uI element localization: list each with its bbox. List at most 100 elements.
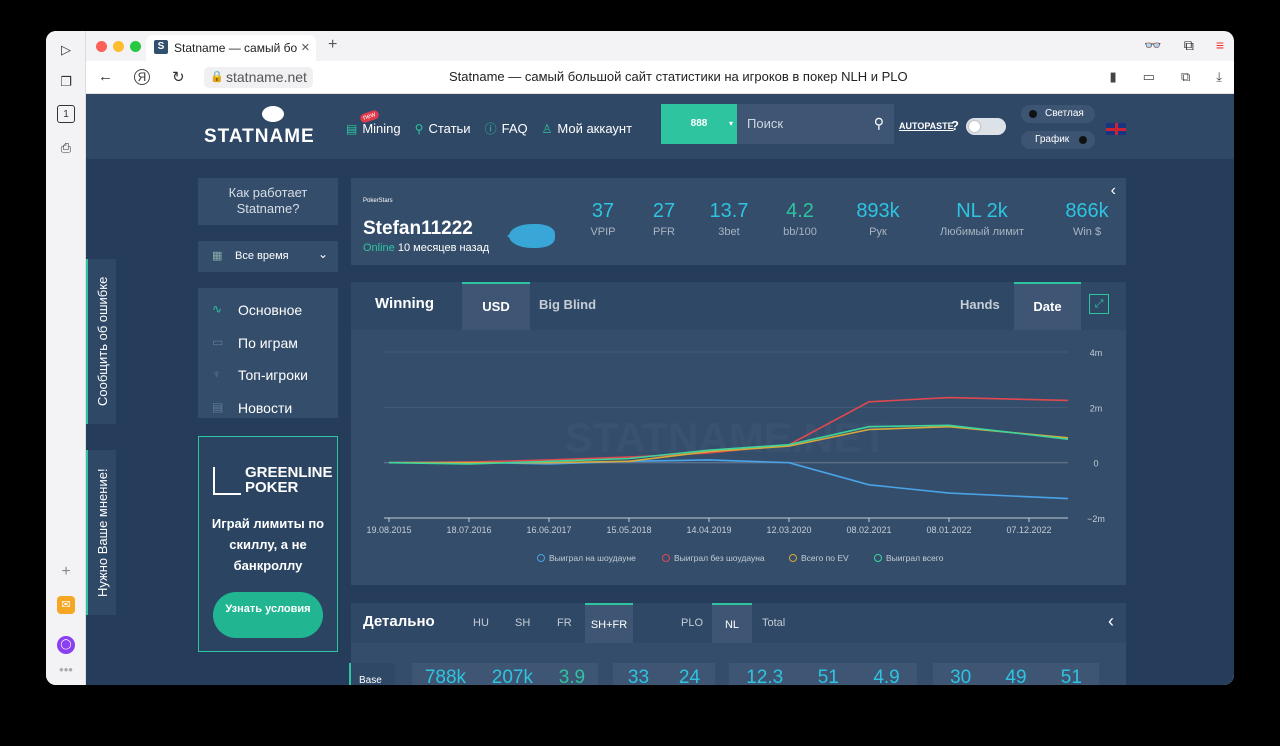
page-title: Statname — самый большой сайт статистики… bbox=[449, 69, 908, 84]
battery-icon[interactable]: ▭ bbox=[1143, 69, 1155, 85]
assistant-icon[interactable]: ◯ bbox=[57, 636, 75, 654]
close-window-button[interactable] bbox=[96, 41, 107, 52]
greenline-ad[interactable]: GREENLINE POKER Играй лимиты по скиллу, … bbox=[198, 436, 338, 652]
incognito-icon[interactable]: 👓 bbox=[1144, 37, 1161, 54]
box-value: 207k bbox=[491, 667, 533, 685]
collapse-icon[interactable]: ‹ bbox=[1111, 182, 1116, 200]
box-value: 30 bbox=[950, 667, 972, 685]
url-text: statname.net bbox=[226, 69, 307, 85]
chart-watermark: STATNAME.NET bbox=[565, 414, 888, 461]
player-stats: 37 VPIP 27 PFR 13.7 3bet 4.2 bb/100 893k Рук … bbox=[575, 200, 1127, 238]
extensions-icon[interactable]: ⧉ bbox=[1184, 37, 1194, 54]
pulse-icon: ∿ bbox=[212, 302, 223, 316]
bookmark-icon[interactable]: ▮ bbox=[1110, 69, 1117, 85]
online-label: Online bbox=[363, 242, 395, 254]
help-icon[interactable]: ? bbox=[951, 118, 959, 133]
left-menu: ∿ Основное ▭ По играм ♆ Топ-игроки ▤ Новости bbox=[198, 288, 338, 418]
player-status: Online 10 месяцев назад bbox=[363, 242, 489, 254]
feedback-tab[interactable]: Нужно Ваше мнение! bbox=[86, 450, 116, 615]
stat-label: Рук bbox=[869, 226, 887, 238]
menu-icon[interactable]: ≡ bbox=[1216, 37, 1224, 54]
menu-articles[interactable]: ⚲ Статьи bbox=[415, 120, 471, 137]
theme-toggle[interactable]: Светлая bbox=[1021, 105, 1095, 123]
search-input[interactable]: Поиск ⚲ bbox=[737, 104, 894, 144]
logo[interactable]: STATNAME bbox=[204, 106, 315, 148]
autopaste-toggle[interactable] bbox=[966, 118, 1006, 135]
how-it-works-link[interactable]: Как работает Statname? bbox=[198, 178, 338, 225]
y-tick-label: 0 bbox=[1093, 459, 1098, 469]
ad-button[interactable]: Узнать условия bbox=[213, 592, 323, 638]
collapse-detail-icon[interactable]: ‹ bbox=[1108, 611, 1114, 632]
period-select[interactable]: ▦ Все время ⌄ bbox=[198, 241, 338, 272]
tab-count-icon[interactable]: 1 bbox=[57, 105, 75, 123]
detail-tabs: Детально HU SH FR SH+FR PLO NL Total ‹ bbox=[351, 603, 1126, 643]
left-menu-item-games[interactable]: ▭ По играм bbox=[198, 329, 338, 362]
browser-sidebar: ▷ ❐ 1 ⎙ + ✉ ◯ ••• bbox=[46, 31, 86, 685]
menu-mining[interactable]: ▤ Mining new bbox=[346, 109, 401, 137]
tab-plo[interactable]: PLO bbox=[681, 603, 703, 643]
stat-value: 866k bbox=[1065, 200, 1109, 222]
browser-tab[interactable]: S Statname — самый бо ✕ bbox=[146, 35, 316, 61]
left-menu-item-top[interactable]: ♆ Топ-игроки bbox=[198, 361, 338, 394]
stat-pfr: 27 PFR bbox=[631, 200, 697, 238]
series-line bbox=[388, 459, 1069, 500]
y-tick-label: 2m bbox=[1090, 403, 1103, 413]
close-tab-icon[interactable]: ✕ bbox=[301, 41, 310, 54]
back-icon[interactable]: ← bbox=[98, 68, 113, 85]
tab-hands[interactable]: Hands bbox=[960, 282, 1000, 330]
tab-big-blind[interactable]: Big Blind bbox=[539, 282, 596, 330]
translate-icon[interactable]: ⧉ bbox=[1181, 69, 1190, 85]
stat-box: 788k 207k 3.9 bbox=[412, 663, 598, 685]
detail-title: Детально bbox=[363, 613, 435, 630]
tab-sh-fr[interactable]: SH+FR bbox=[585, 603, 633, 643]
news-icon: ▤ bbox=[212, 399, 224, 414]
menu-faq[interactable]: ⓘ FAQ bbox=[485, 120, 528, 137]
left-menu-item-main[interactable]: ∿ Основное bbox=[198, 296, 338, 329]
legend-label: Выиграл всего bbox=[886, 553, 944, 563]
legend-label: Всего по EV bbox=[801, 553, 849, 563]
autopaste-link[interactable]: AUTOPASTE bbox=[899, 121, 954, 131]
menu-account[interactable]: ♙ Мой аккаунт bbox=[542, 120, 632, 137]
left-menu-item-news[interactable]: ▤ Новости bbox=[198, 394, 338, 427]
report-error-tab[interactable]: Сообщить об ошибке bbox=[86, 259, 116, 424]
tab-nl[interactable]: NL bbox=[712, 603, 752, 643]
zoom-window-button[interactable] bbox=[130, 41, 141, 52]
legend-marker bbox=[789, 554, 797, 562]
stat-box: 33 24 bbox=[613, 663, 715, 685]
collections-icon[interactable]: ❐ bbox=[57, 73, 75, 91]
player-name: Stefan11222 bbox=[363, 218, 473, 239]
play-icon[interactable]: ▷ bbox=[57, 41, 75, 59]
new-tab-icon[interactable]: + bbox=[328, 36, 337, 54]
url-field[interactable]: 🔒 statname.net bbox=[204, 67, 313, 88]
download-icon[interactable]: ⤓ bbox=[1216, 69, 1222, 85]
tab-fr[interactable]: FR bbox=[557, 603, 572, 643]
winning-card: Winning USD Big Blind Hands Date ⤢ 4m 2m 0… bbox=[351, 282, 1126, 585]
box-value: 12.3 bbox=[746, 667, 784, 685]
graph-toggle[interactable]: График bbox=[1021, 131, 1095, 149]
search-icon[interactable]: ⚲ bbox=[874, 115, 884, 132]
x-tick-label: 18.07.2016 bbox=[446, 525, 491, 535]
mail-icon[interactable]: ✉ bbox=[57, 596, 75, 614]
screenshot-icon[interactable]: ⎙ bbox=[57, 139, 75, 157]
x-tick-label: 08.01.2022 bbox=[926, 525, 971, 535]
reload-icon[interactable]: ↻ bbox=[172, 68, 185, 86]
tab-usd[interactable]: USD bbox=[462, 282, 530, 330]
minimize-window-button[interactable] bbox=[113, 41, 124, 52]
uk-flag-icon[interactable] bbox=[1106, 123, 1126, 135]
add-panel-icon[interactable]: + bbox=[57, 563, 75, 581]
yandex-icon[interactable]: Я bbox=[134, 69, 150, 85]
period-label: Все время bbox=[235, 250, 289, 262]
tab-total[interactable]: Total bbox=[762, 603, 785, 643]
expand-icon[interactable]: ⤢ bbox=[1089, 294, 1109, 314]
more-icon[interactable]: ••• bbox=[57, 661, 75, 679]
x-tick-label: 15.05.2018 bbox=[606, 525, 651, 535]
stat-label: Win $ bbox=[1072, 226, 1102, 238]
room-selector[interactable]: 888 ▾ bbox=[661, 104, 737, 144]
x-tick-label: 12.03.2020 bbox=[766, 525, 811, 535]
browser-window: ▷ ❐ 1 ⎙ + ✉ ◯ ••• S Statname — самый бо … bbox=[46, 31, 1234, 685]
tab-sh[interactable]: SH bbox=[515, 603, 530, 643]
stat-label: Любимый лимит bbox=[940, 226, 1024, 238]
stat-label: 3bet bbox=[718, 226, 740, 238]
tab-hu[interactable]: HU bbox=[473, 603, 489, 643]
tab-date[interactable]: Date bbox=[1014, 282, 1081, 330]
